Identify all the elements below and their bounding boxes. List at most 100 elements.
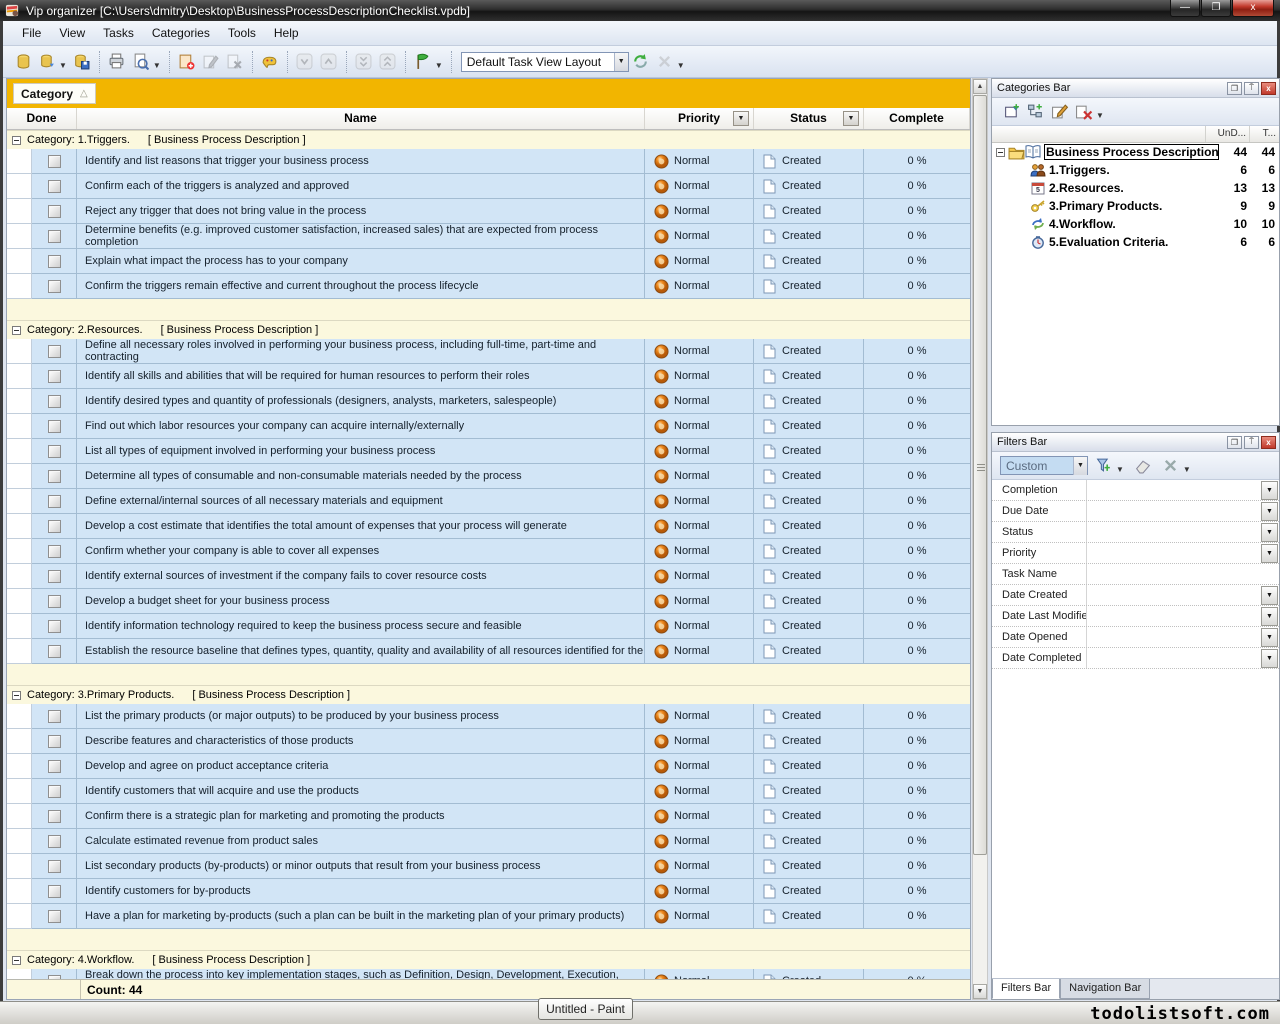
menu-tasks[interactable]: Tasks [94, 23, 143, 43]
collapse-icon[interactable] [12, 136, 21, 145]
table-row[interactable]: Identify all skills and abilities that w… [7, 364, 970, 389]
done-checkbox[interactable] [48, 735, 61, 748]
priority-cell[interactable]: Normal [645, 804, 754, 829]
delete-layout-icon-dropdown[interactable]: ▼ [677, 61, 685, 70]
task-name-cell[interactable]: Identify all skills and abilities that w… [77, 364, 645, 389]
task-name-cell[interactable]: Define all necessary roles involved in p… [77, 339, 645, 364]
done-checkbox[interactable] [48, 710, 61, 723]
table-row[interactable]: Find out which labor resources your comp… [7, 414, 970, 439]
menu-file[interactable]: File [13, 23, 50, 43]
done-checkbox[interactable] [48, 445, 61, 458]
filter-dropdown-icon[interactable]: ▼ [1261, 544, 1278, 563]
filter-value-field[interactable] [1087, 501, 1261, 521]
new-database-icon[interactable] [11, 50, 35, 74]
category-group-row[interactable]: Category: 1.Triggers.[ Business Process … [7, 130, 970, 149]
tree-item[interactable]: 1.Triggers.66 [992, 161, 1279, 179]
table-row[interactable]: Have a plan for marketing by-products (s… [7, 904, 970, 929]
tab-filters-bar[interactable]: Filters Bar [992, 979, 1060, 999]
tab-navigation-bar[interactable]: Navigation Bar [1060, 979, 1150, 999]
notification-icon-dropdown[interactable]: ▼ [435, 61, 443, 70]
filter-dropdown-icon[interactable]: ▼ [1261, 607, 1278, 626]
done-checkbox[interactable] [48, 835, 61, 848]
save-database-icon[interactable] [70, 50, 94, 74]
tree-collapse-icon[interactable] [996, 148, 1005, 157]
priority-cell[interactable]: Normal [645, 489, 754, 514]
done-checkbox[interactable] [48, 345, 61, 358]
category-group-row[interactable]: Category: 4.Workflow.[ Business Process … [7, 950, 970, 969]
filter-dropdown-icon[interactable]: ▼ [1261, 502, 1278, 521]
priority-cell[interactable]: Normal [645, 729, 754, 754]
priority-cell[interactable]: Normal [645, 274, 754, 299]
task-name-cell[interactable]: Confirm the triggers remain effective an… [77, 274, 645, 299]
status-cell[interactable]: Created [754, 149, 864, 174]
task-name-cell[interactable]: Develop a cost estimate that identifies … [77, 514, 645, 539]
done-checkbox[interactable] [48, 545, 61, 558]
scroll-up-icon[interactable]: ▲ [973, 79, 987, 94]
table-row[interactable]: Identify information technology required… [7, 614, 970, 639]
done-checkbox[interactable] [48, 760, 61, 773]
status-cell[interactable]: Created [754, 364, 864, 389]
table-row[interactable]: Explain what impact the process has to y… [7, 249, 970, 274]
status-cell[interactable]: Created [754, 854, 864, 879]
done-checkbox[interactable] [48, 595, 61, 608]
table-row[interactable]: Identify desired types and quantity of p… [7, 389, 970, 414]
table-row[interactable]: Develop a budget sheet for your business… [7, 589, 970, 614]
task-name-cell[interactable]: Calculate estimated revenue from product… [77, 829, 645, 854]
table-row[interactable]: Reject any trigger that does not bring v… [7, 199, 970, 224]
priority-cell[interactable]: Normal [645, 339, 754, 364]
close-button[interactable]: x [1232, 0, 1274, 17]
status-cell[interactable]: Created [754, 729, 864, 754]
apply-filter-icon-dropdown[interactable]: ▼ [1116, 465, 1124, 474]
task-name-cell[interactable]: Determine benefits (e.g. improved custom… [77, 224, 645, 249]
collapse-icon[interactable] [12, 691, 21, 700]
done-checkbox[interactable] [48, 155, 61, 168]
table-row[interactable]: List all types of equipment involved in … [7, 439, 970, 464]
task-name-cell[interactable]: Develop and agree on product acceptance … [77, 754, 645, 779]
done-checkbox[interactable] [48, 280, 61, 293]
delete-category-icon-dropdown[interactable]: ▼ [1096, 111, 1104, 120]
status-cell[interactable]: Created [754, 464, 864, 489]
filter-dropdown-icon[interactable]: ▼ [1261, 523, 1278, 542]
done-checkbox[interactable] [48, 205, 61, 218]
table-row[interactable]: List the primary products (or major outp… [7, 704, 970, 729]
status-cell[interactable]: Created [754, 639, 864, 664]
task-name-cell[interactable]: Describe features and characteristics of… [77, 729, 645, 754]
status-cell[interactable]: Created [754, 199, 864, 224]
highlight-icon[interactable] [258, 50, 282, 74]
filter-dropdown-icon[interactable]: ▼ [1261, 628, 1278, 647]
priority-cell[interactable]: Normal [645, 639, 754, 664]
menu-categories[interactable]: Categories [143, 23, 219, 43]
priority-cell[interactable]: Normal [645, 879, 754, 904]
priority-cell[interactable]: Normal [645, 564, 754, 589]
priority-cell[interactable]: Normal [645, 779, 754, 804]
add-category-icon[interactable] [1000, 100, 1024, 124]
group-by-category-chip[interactable]: Category △ [13, 83, 96, 104]
undone-column-header[interactable]: UnD... [1205, 126, 1249, 142]
delete-category-icon[interactable] [1072, 100, 1096, 124]
priority-cell[interactable]: Normal [645, 364, 754, 389]
priority-cell[interactable]: Normal [645, 904, 754, 929]
print-icon[interactable] [105, 50, 129, 74]
table-row[interactable]: Develop a cost estimate that identifies … [7, 514, 970, 539]
scrollbar-thumb[interactable] [973, 95, 987, 855]
priority-cell[interactable]: Normal [645, 199, 754, 224]
apply-layout-icon[interactable] [629, 50, 653, 74]
task-name-cell[interactable]: Define external/internal sources of all … [77, 489, 645, 514]
priority-cell[interactable]: Normal [645, 589, 754, 614]
table-row[interactable]: Identify customers for by-productsNormal… [7, 879, 970, 904]
task-name-cell[interactable]: Confirm whether your company is able to … [77, 539, 645, 564]
vertical-scrollbar[interactable]: ▲ ▼ [972, 78, 988, 1000]
table-row[interactable]: Confirm there is a strategic plan for ma… [7, 804, 970, 829]
priority-cell[interactable]: Normal [645, 439, 754, 464]
done-checkbox[interactable] [48, 785, 61, 798]
priority-cell[interactable]: Normal [645, 704, 754, 729]
column-header-status[interactable]: Status▼ [754, 108, 864, 129]
panel-pin-icon[interactable]: ⍑ [1244, 82, 1259, 95]
done-checkbox[interactable] [48, 860, 61, 873]
table-row[interactable]: Develop and agree on product acceptance … [7, 754, 970, 779]
panel-restore-icon[interactable]: ❐ [1227, 82, 1242, 95]
layout-combo[interactable]: Default Task View Layout▼ [461, 52, 629, 72]
status-cell[interactable]: Created [754, 274, 864, 299]
task-name-cell[interactable]: Identify external sources of investment … [77, 564, 645, 589]
task-name-cell[interactable]: Establish the resource baseline that def… [77, 639, 645, 664]
